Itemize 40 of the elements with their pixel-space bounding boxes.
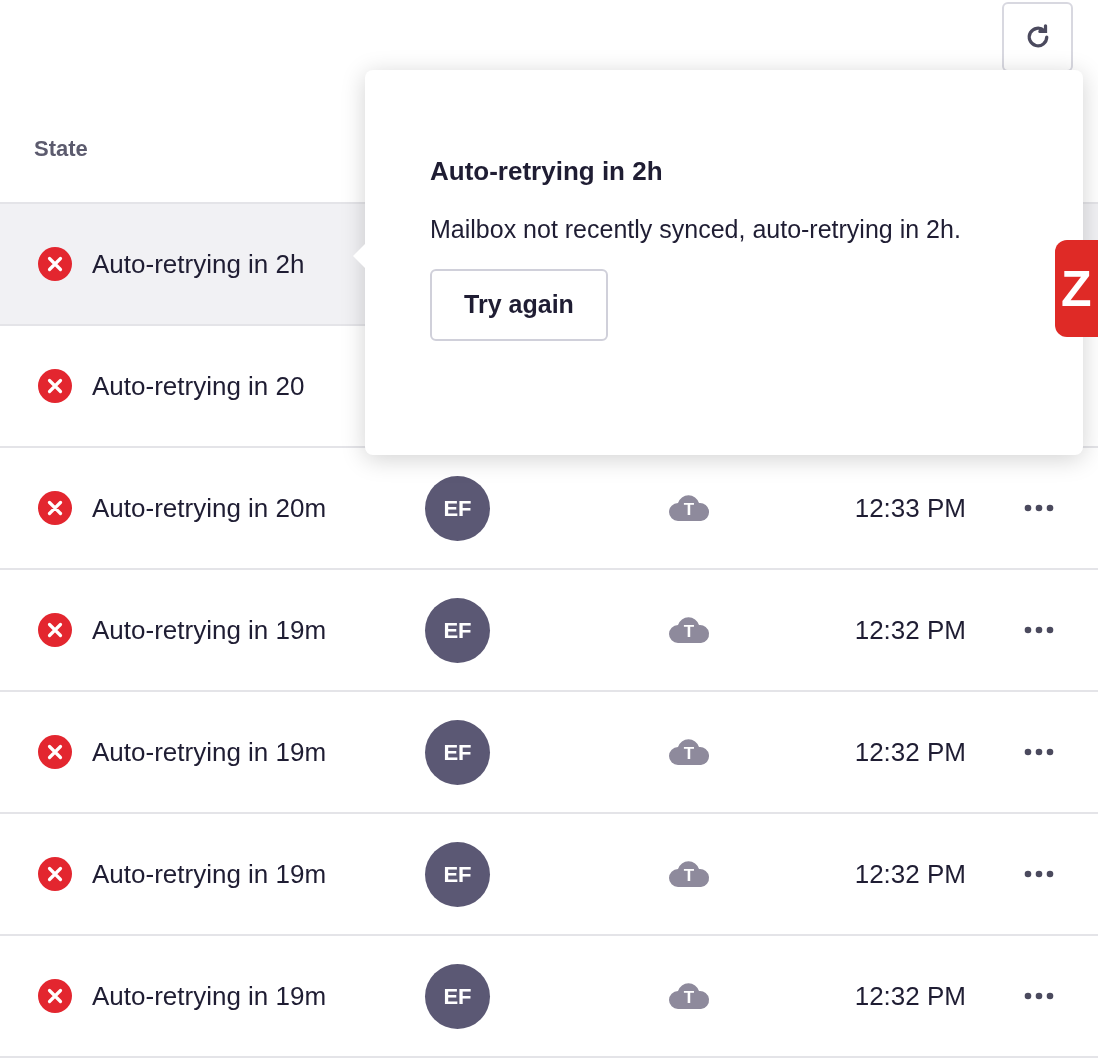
time-text: 12:32 PM xyxy=(854,979,966,1013)
more-icon[interactable] xyxy=(1024,992,1054,1000)
more-icon[interactable] xyxy=(1024,748,1054,756)
error-icon xyxy=(38,735,72,769)
error-icon xyxy=(38,613,72,647)
state-text: Auto-retrying in 20 xyxy=(92,369,305,403)
more-icon[interactable] xyxy=(1024,626,1054,634)
side-badge[interactable]: Z xyxy=(1055,240,1098,337)
popover-title: Auto-retrying in 2h xyxy=(430,155,664,188)
state-text: Auto-retrying in 19m xyxy=(92,857,327,891)
error-icon xyxy=(38,491,72,525)
time-text: 12:32 PM xyxy=(854,857,966,891)
avatar: EF xyxy=(425,841,490,907)
more-icon[interactable] xyxy=(1024,504,1054,512)
avatar: EF xyxy=(425,963,490,1029)
error-icon xyxy=(38,857,72,891)
refresh-button[interactable] xyxy=(1002,2,1073,72)
state-text: Auto-retrying in 20m xyxy=(92,491,327,525)
cloud-icon: T xyxy=(668,617,710,643)
state-text: Auto-retrying in 19m xyxy=(92,979,327,1013)
error-icon xyxy=(38,247,72,281)
cloud-icon: T xyxy=(668,983,710,1009)
avatar: EF xyxy=(425,597,490,663)
time-text: 12:33 PM xyxy=(854,491,966,525)
error-icon xyxy=(38,979,72,1013)
error-icon xyxy=(38,369,72,403)
avatar: EF xyxy=(425,475,490,541)
state-text: Auto-retrying in 19m xyxy=(92,735,327,769)
cloud-icon: T xyxy=(668,739,710,765)
column-header: State xyxy=(34,135,88,163)
avatar: EF xyxy=(425,719,490,785)
cloud-icon: T xyxy=(668,861,710,887)
state-text: Auto-retrying in 19m xyxy=(92,613,327,647)
time-text: 12:32 PM xyxy=(854,613,966,647)
cloud-icon: T xyxy=(668,495,710,521)
more-icon[interactable] xyxy=(1024,870,1054,878)
try-again-button[interactable]: Try again xyxy=(430,269,608,341)
time-text: 12:32 PM xyxy=(854,735,966,769)
state-text: Auto-retrying in 2h xyxy=(92,247,305,281)
popover-message: Mailbox not recently synced, auto-retrying in 2h. xyxy=(430,214,962,245)
